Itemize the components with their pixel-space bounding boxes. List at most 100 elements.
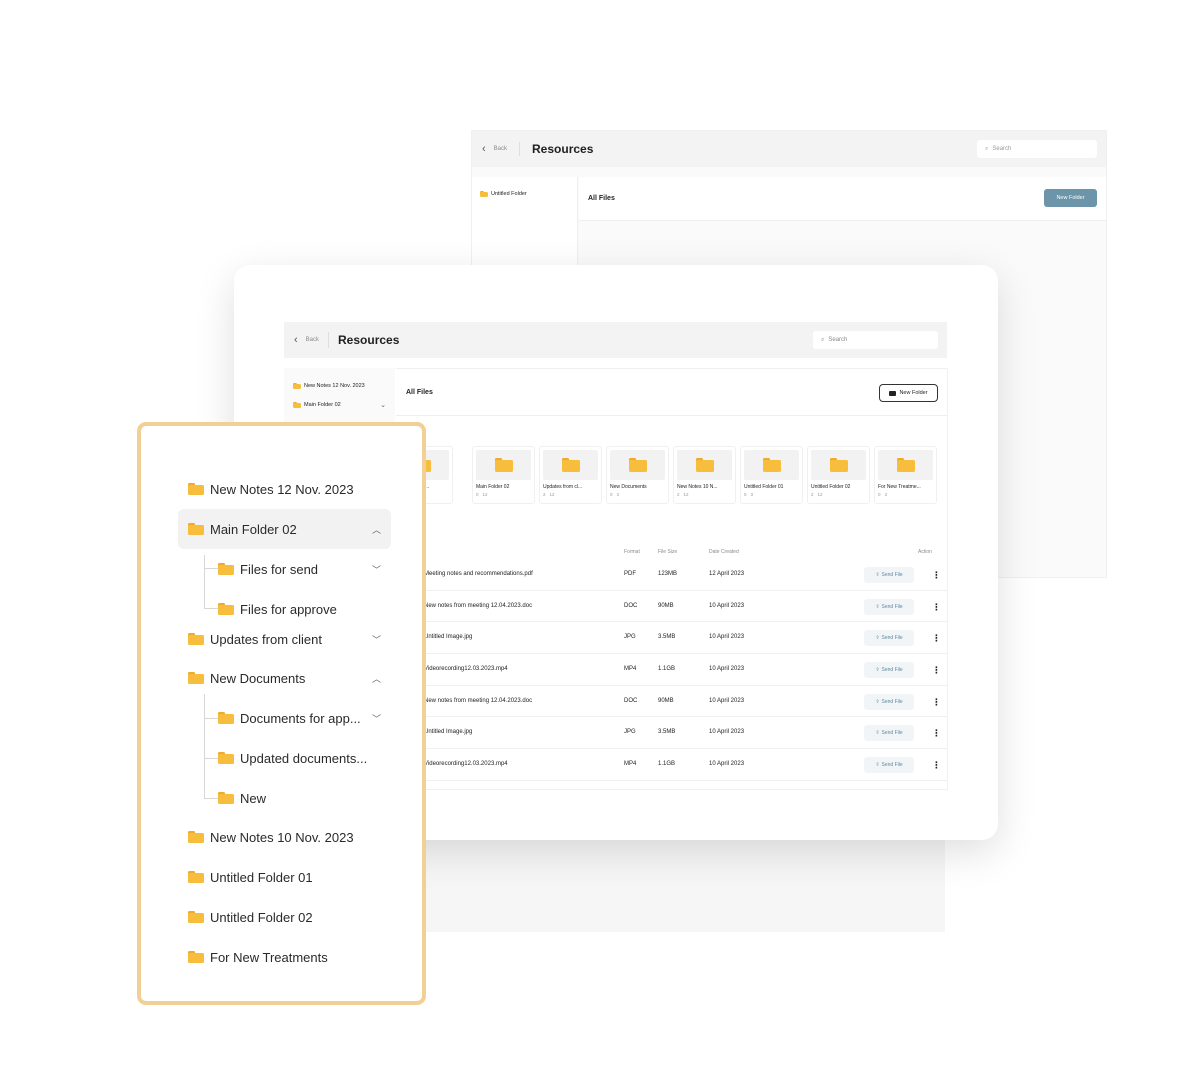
chevron-down-icon[interactable]: ⌄ [380,401,386,409]
folder-icon [218,712,234,724]
folder-icon [829,458,848,472]
new-folder-button[interactable]: New Folder [879,384,938,402]
tree-item[interactable]: Updated documents... [218,738,391,778]
column-header-format: Format [624,549,640,555]
send-file-button[interactable]: ⇪ Send File [864,662,914,679]
back-button[interactable]: Back [306,332,330,348]
send-file-label: Send File [881,572,903,578]
table-header: Format File Size Date Created Action [396,546,947,558]
send-file-button[interactable]: ⇪ Send File [864,757,914,774]
tree-item[interactable]: Files for send ﹀ [218,549,391,589]
more-icon[interactable]: ⋮ [932,725,941,741]
tree-item[interactable]: Updates from client ﹀ [188,619,391,659]
send-file-button[interactable]: ⇪ Send File [864,630,914,647]
back-button[interactable]: Back [494,142,521,156]
folder-tile[interactable]: For New Treatme... 03 [874,446,937,504]
file-size: 3.5MB [658,634,676,641]
chevron-down-icon[interactable]: ﹀ [372,563,381,576]
chevron-left-icon[interactable]: ‹ [482,143,486,155]
folder-icon [628,458,647,472]
table-row[interactable]: Videorecording12.03.2023.mp4 MP4 1.1GB 1… [396,749,947,781]
tree-item[interactable]: Untitled Folder 02 [188,897,391,937]
search-input[interactable]: ⌕ Search [977,140,1097,158]
file-count: 12 [549,492,555,497]
table-row[interactable]: New notes from meeting 12.04.2023.doc DO… [396,591,947,623]
table-row[interactable]: Untitled Image.jpg JPG 3.5MB 10 April 20… [396,717,947,750]
folder-count: 0 [878,492,881,497]
tree-item-label: Updated documents... [240,750,368,766]
table-row[interactable]: Meeting notes and recommendations.pdf PD… [396,559,947,591]
folder-thumbnail [811,450,866,480]
more-icon[interactable]: ⋮ [932,662,941,678]
tree-item-label: New Notes 12 Nov. 2023 [210,481,354,497]
tree-item[interactable]: For New Treatments [188,937,391,977]
chevron-down-icon[interactable]: ﹀ [372,633,381,646]
send-file-button[interactable]: ⇪ Send File [864,567,914,583]
file-table: Meeting notes and recommendations.pdf PD… [396,559,947,781]
tree-item[interactable]: Untitled Folder 01 [188,857,391,897]
folder-tile[interactable]: Untitled Folder 02 2 12 [807,446,870,504]
send-file-button[interactable]: ⇪ Send File [864,693,914,710]
search-input[interactable]: ⌕ Search [813,331,938,349]
tree-item-label: New Documents [210,670,306,686]
tree-item[interactable]: New Documents ︿ [188,658,391,698]
tree-line [204,608,218,609]
folder-icon [218,792,234,804]
tree-line [204,694,205,798]
content-area: All Files New Folder Notes 12 N... 12 Ma… [390,368,948,790]
new-folder-button[interactable]: New Folder [1044,189,1097,207]
file-count: 3 [884,492,888,497]
folder-tile[interactable]: New Documents 03 [606,446,669,504]
search-placeholder: Search [992,146,1012,152]
tree-item[interactable]: New Notes 10 Nov. 2023 [188,817,391,857]
sidebar-item[interactable]: Untitled Folder [480,191,569,197]
sidebar-item[interactable]: Main Folder 02 ⌄ [293,395,386,414]
tree-item-label: Files for approve [240,601,337,617]
file-size: 90MB [658,697,674,704]
folder-name: Main Folder 02 [476,484,510,490]
tree-item-selected[interactable]: Main Folder 02 ︿ [178,509,391,549]
more-icon[interactable]: ⋮ [932,630,941,646]
tree-item-label: For New Treatments [210,949,328,965]
tree-item[interactable]: New [218,778,391,818]
file-name: Meeting notes and recommendations.pdf [424,571,533,577]
new-folder-label: New Folder [899,390,928,396]
folder-tile[interactable]: Updates from cl... 2 12 [539,446,602,504]
folder-icon [293,401,301,408]
more-icon[interactable]: ⋮ [932,599,941,615]
file-format: MP4 [624,666,637,673]
send-file-button[interactable]: ⇪ Send File [864,725,914,742]
sidebar-item[interactable]: New Notes 12 Nov. 2023 [293,376,386,395]
folder-tile[interactable]: Main Folder 02 0 12 [472,446,535,504]
tree-line [204,568,218,569]
folder-meta: 03 [878,492,933,497]
file-date: 10 April 2023 [709,697,745,704]
file-count: 12 [482,492,488,497]
chevron-up-icon[interactable]: ︿ [372,523,381,536]
file-count: 3 [616,492,620,497]
folder-tile[interactable]: Untitled Folder 01 03 [740,446,803,504]
chevron-down-icon[interactable]: ﹀ [372,712,381,725]
send-file-label: Send File [881,730,903,737]
more-icon[interactable]: ⋮ [932,567,941,583]
table-row[interactable]: New notes from meeting 12.04.2023.doc DO… [396,686,947,718]
table-row[interactable]: Untitled Image.jpg JPG 3.5MB 10 April 20… [396,622,947,655]
page-title: Resources [532,142,594,156]
more-icon[interactable]: ⋮ [932,757,941,773]
send-file-button[interactable]: ⇪ Send File [864,598,914,615]
folder-icon [188,672,204,684]
tree-item[interactable]: Documents for app... ﹀ [218,698,391,738]
file-date: 10 April 2023 [709,666,745,673]
more-icon[interactable]: ⋮ [932,694,941,710]
tree-line [204,555,205,608]
sidebar-item-label: Untitled Folder [491,191,527,197]
chevron-up-icon[interactable]: ︿ [372,672,381,685]
folder-icon [218,563,234,575]
chevron-left-icon[interactable]: ‹ [294,334,298,346]
file-date: 12 April 2023 [709,571,745,577]
table-row[interactable]: Videorecording12.03.2023.mp4 MP4 1.1GB 1… [396,654,947,686]
folder-tile[interactable]: New Notes 10 N... 2 12 [673,446,736,504]
tree-item[interactable]: New Notes 12 Nov. 2023 [188,469,393,509]
send-file-label: Send File [881,667,903,674]
search-icon: ⌕ [985,145,989,152]
